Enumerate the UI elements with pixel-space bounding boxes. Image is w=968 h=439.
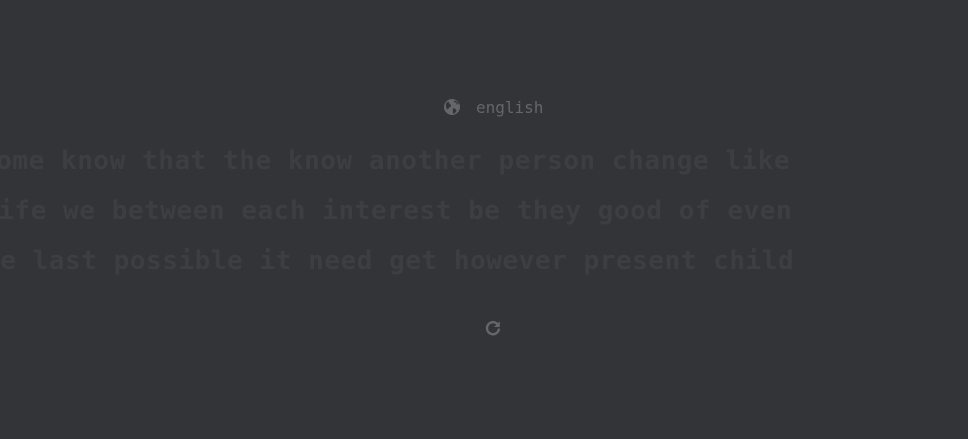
restart-button[interactable] xyxy=(483,318,503,338)
language-selector[interactable]: english xyxy=(443,96,543,118)
word-line: some know that the know another person c… xyxy=(0,146,791,176)
globe-icon xyxy=(443,98,461,116)
restart-icon xyxy=(484,319,502,337)
word-line: life we between each interest be they go… xyxy=(0,196,793,226)
words-area[interactable]: some know that the know another person c… xyxy=(0,136,968,286)
language-label: english xyxy=(476,97,544,117)
word-line: we last possible it need get however pre… xyxy=(0,246,795,276)
